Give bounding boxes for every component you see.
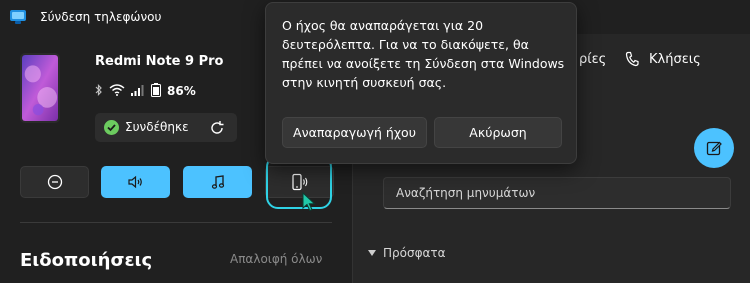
phone-wallpaper-image bbox=[20, 53, 60, 123]
signal-icon bbox=[131, 84, 145, 99]
check-icon bbox=[104, 120, 119, 135]
volume-icon bbox=[127, 175, 142, 189]
refresh-button[interactable] bbox=[207, 118, 227, 138]
play-sound-button[interactable]: Αναπαραγωγή ήχου bbox=[282, 117, 427, 148]
do-not-disturb-icon bbox=[47, 174, 62, 190]
new-message-button[interactable] bbox=[694, 128, 734, 168]
search-placeholder: Αναζήτηση μηνυμάτων bbox=[396, 186, 536, 200]
dialog-message: Ο ήχος θα αναπαράγεται για 20 δευτερόλεπ… bbox=[282, 18, 565, 90]
caret-down-icon bbox=[368, 250, 376, 256]
divider bbox=[20, 222, 332, 223]
compose-icon bbox=[706, 141, 722, 156]
phone-icon bbox=[625, 51, 639, 71]
ring-phone-dialog: Ο ήχος θα αναπαράγεται για 20 δευτερόλεπ… bbox=[265, 2, 577, 164]
recent-section-toggle[interactable]: Πρόσφατα bbox=[367, 246, 446, 260]
battery-icon bbox=[151, 82, 161, 100]
phone-link-logo-icon bbox=[10, 9, 26, 24]
mouse-cursor-icon bbox=[302, 191, 316, 212]
battery-percentage: 86% bbox=[167, 84, 196, 98]
app-title: Σύνδεση τηλεφώνου bbox=[40, 10, 162, 24]
connection-status: Συνδέθηκε bbox=[95, 113, 237, 142]
do-not-disturb-button[interactable] bbox=[20, 166, 89, 198]
wifi-icon bbox=[109, 83, 125, 99]
volume-button[interactable] bbox=[101, 166, 170, 198]
cancel-button[interactable]: Ακύρωση bbox=[434, 117, 562, 148]
notifications-title: Ειδοποιήσεις bbox=[20, 250, 153, 271]
device-name: Redmi Note 9 Pro bbox=[95, 54, 224, 69]
connected-label: Συνδέθηκε bbox=[125, 120, 189, 134]
music-icon bbox=[211, 175, 224, 189]
clear-all-button[interactable]: Απαλοιφή όλων bbox=[230, 252, 322, 266]
media-button[interactable] bbox=[183, 166, 252, 198]
tab-photos[interactable]: ρίες bbox=[579, 52, 606, 67]
device-status-row: 86% bbox=[95, 82, 196, 100]
search-messages-input[interactable]: Αναζήτηση μηνυμάτων bbox=[383, 177, 731, 209]
bluetooth-icon bbox=[95, 83, 103, 99]
refresh-icon bbox=[211, 121, 224, 134]
recent-label: Πρόσφατα bbox=[383, 246, 446, 260]
tab-calls[interactable]: Κλήσεις bbox=[649, 52, 701, 67]
